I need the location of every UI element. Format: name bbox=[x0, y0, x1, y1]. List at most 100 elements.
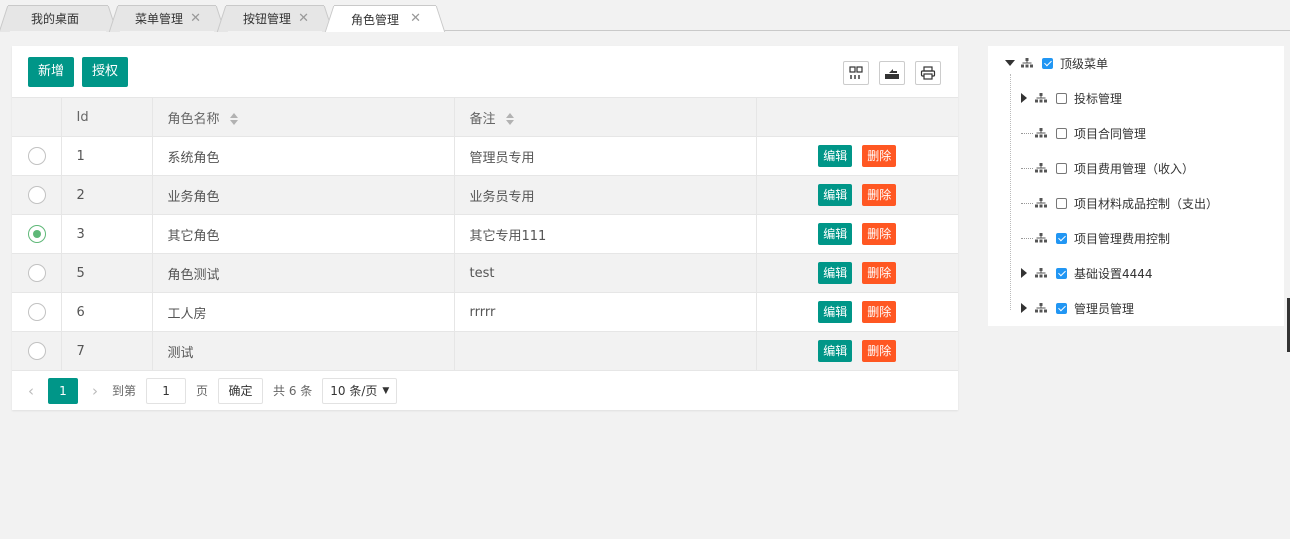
edit-button[interactable]: 编辑 bbox=[818, 340, 853, 363]
row-radio[interactable] bbox=[28, 186, 46, 204]
org-tree-icon bbox=[1035, 128, 1047, 138]
tree-node-label: 项目合同管理 bbox=[1074, 126, 1147, 141]
row-radio[interactable] bbox=[28, 147, 46, 165]
cell-id: 6 bbox=[61, 292, 153, 332]
delete-button[interactable]: 删除 bbox=[862, 262, 897, 284]
expand-arrow-icon[interactable] bbox=[1021, 93, 1027, 103]
table-row[interactable]: 3 其它角色 其它专用111 编辑 删除 bbox=[12, 214, 958, 254]
tree-line bbox=[1010, 74, 1011, 310]
cell-note: rrrrr bbox=[454, 292, 757, 332]
tree-connector bbox=[1021, 167, 1033, 169]
tree-checkbox[interactable] bbox=[1056, 127, 1067, 139]
cell-actions: 编辑 删除 bbox=[756, 214, 958, 254]
edit-button[interactable]: 编辑 bbox=[818, 145, 853, 167]
expand-arrow-icon[interactable] bbox=[1021, 268, 1027, 278]
tree-connector bbox=[1021, 202, 1033, 204]
edit-button[interactable]: 编辑 bbox=[818, 301, 853, 323]
delete-button[interactable]: 删除 bbox=[862, 184, 897, 206]
sort-icon[interactable] bbox=[505, 113, 514, 125]
cell-actions: 编辑 删除 bbox=[756, 175, 958, 215]
table-row[interactable]: 5 角色测试 test 编辑 删除 bbox=[12, 253, 958, 293]
tree-node[interactable]: 基础设置4444 bbox=[1021, 263, 1153, 283]
cell-id: 5 bbox=[61, 253, 153, 293]
cell-note: 管理员专用 bbox=[454, 136, 757, 176]
select-column-header bbox=[12, 97, 62, 137]
tree-node[interactable]: 投标管理 bbox=[1021, 88, 1122, 108]
row-radio[interactable] bbox=[28, 303, 46, 321]
confirm-button[interactable]: 确定 bbox=[218, 377, 264, 404]
table-row[interactable]: 6 工人房 rrrrr 编辑 删除 bbox=[12, 292, 958, 332]
table-row[interactable]: 2 业务角色 业务员专用 编辑 删除 bbox=[12, 175, 958, 215]
tab-role-manage[interactable]: 角色管理 ✕ bbox=[334, 5, 436, 32]
add-button[interactable]: 新增 bbox=[28, 57, 75, 87]
grant-button[interactable]: 授权 bbox=[82, 57, 129, 87]
cell-id: 7 bbox=[61, 331, 153, 371]
table-row[interactable]: 7 测试 编辑 删除 bbox=[12, 331, 958, 371]
delete-button[interactable]: 删除 bbox=[862, 301, 897, 323]
column-header-name[interactable]: 角色名称 bbox=[152, 97, 455, 137]
current-page[interactable]: 1 bbox=[48, 377, 78, 404]
tree-node-label: 项目费用管理（收入） bbox=[1074, 161, 1195, 176]
tree-connector bbox=[1021, 132, 1033, 134]
page-size-select[interactable]: 10 条/页 ▼ bbox=[322, 377, 398, 404]
page-unit-label: 页 bbox=[196, 384, 209, 398]
table-row[interactable]: 1 系统角色 管理员专用 编辑 删除 bbox=[12, 136, 958, 176]
page-size-value: 10 条/页 bbox=[330, 384, 378, 398]
tab-label: 按钮管理 bbox=[243, 12, 292, 26]
org-tree-icon bbox=[1035, 233, 1047, 243]
expand-arrow-icon[interactable] bbox=[1021, 303, 1027, 313]
cell-actions: 编辑 删除 bbox=[756, 253, 958, 293]
print-icon[interactable] bbox=[915, 61, 941, 85]
expand-arrow-icon[interactable] bbox=[1005, 60, 1015, 66]
tab-button-manage[interactable]: 按钮管理 ✕ bbox=[226, 5, 324, 31]
tree-node-label: 基础设置4444 bbox=[1074, 266, 1153, 281]
cell-id: 2 bbox=[61, 175, 153, 215]
close-icon[interactable]: ✕ bbox=[410, 11, 421, 26]
prev-page-icon[interactable]: ‹ bbox=[28, 382, 34, 400]
tab-desktop[interactable]: 我的桌面 bbox=[8, 5, 108, 31]
row-radio[interactable] bbox=[28, 264, 46, 282]
tree-node-label: 投标管理 bbox=[1074, 91, 1123, 106]
tree-node[interactable]: 项目材料成品控制（支出） bbox=[1021, 193, 1218, 213]
tree-checkbox[interactable] bbox=[1056, 232, 1067, 244]
delete-button[interactable]: 删除 bbox=[862, 223, 897, 245]
cell-name: 测试 bbox=[152, 331, 455, 371]
tree-node[interactable]: 项目费用管理（收入） bbox=[1021, 158, 1194, 178]
columns-icon[interactable] bbox=[843, 61, 869, 85]
close-icon[interactable]: ✕ bbox=[190, 11, 201, 26]
tree-checkbox[interactable] bbox=[1056, 162, 1067, 174]
tab-menu-manage[interactable]: 菜单管理 ✕ bbox=[118, 5, 216, 31]
page-input[interactable]: 1 bbox=[146, 377, 187, 404]
edit-button[interactable]: 编辑 bbox=[818, 184, 853, 206]
tree-checkbox[interactable] bbox=[1042, 57, 1053, 69]
row-radio-selected[interactable] bbox=[28, 225, 46, 243]
tree-checkbox[interactable] bbox=[1056, 197, 1067, 209]
cell-name: 工人房 bbox=[152, 292, 455, 332]
export-icon[interactable] bbox=[879, 61, 905, 85]
sort-icon[interactable] bbox=[229, 113, 238, 125]
table-header-row: Id 角色名称 备注 bbox=[12, 97, 958, 137]
tree-node[interactable]: 项目管理费用控制 bbox=[1021, 228, 1170, 248]
column-header-label: 备注 bbox=[469, 111, 496, 127]
cell-actions: 编辑 删除 bbox=[756, 292, 958, 332]
row-select-cell bbox=[12, 253, 62, 293]
edit-button[interactable]: 编辑 bbox=[818, 262, 853, 284]
tree-node[interactable]: 管理员管理 bbox=[1021, 298, 1134, 318]
pagination: ‹ 1 › 到第 1 页 确定 共 6 条 10 条/页 ▼ bbox=[12, 370, 958, 410]
caret-down-icon: ▼ bbox=[382, 385, 390, 396]
tree-checkbox[interactable] bbox=[1056, 267, 1067, 279]
tree-node-root[interactable]: 顶级菜单 bbox=[1005, 53, 1108, 73]
edit-button[interactable]: 编辑 bbox=[818, 223, 853, 245]
tree-checkbox[interactable] bbox=[1056, 92, 1067, 104]
column-header-label: 角色名称 bbox=[167, 111, 220, 127]
role-table: Id 角色名称 备注 1 系统角色 管理员专用 编辑 删除 2 业务角色 业务员专… bbox=[12, 97, 958, 371]
tree-checkbox[interactable] bbox=[1056, 302, 1067, 314]
next-page-icon[interactable]: › bbox=[92, 382, 98, 400]
delete-button[interactable]: 删除 bbox=[862, 145, 897, 167]
row-radio[interactable] bbox=[28, 342, 46, 361]
tree-node[interactable]: 项目合同管理 bbox=[1021, 123, 1146, 143]
delete-button[interactable]: 删除 bbox=[862, 340, 897, 363]
column-header-note[interactable]: 备注 bbox=[454, 97, 757, 137]
close-icon[interactable]: ✕ bbox=[298, 11, 309, 26]
permission-tree: 顶级菜单 投标管理 项目合同管理 项目费用管理（收入） 项目材料成品控制（支出）… bbox=[988, 46, 1284, 326]
